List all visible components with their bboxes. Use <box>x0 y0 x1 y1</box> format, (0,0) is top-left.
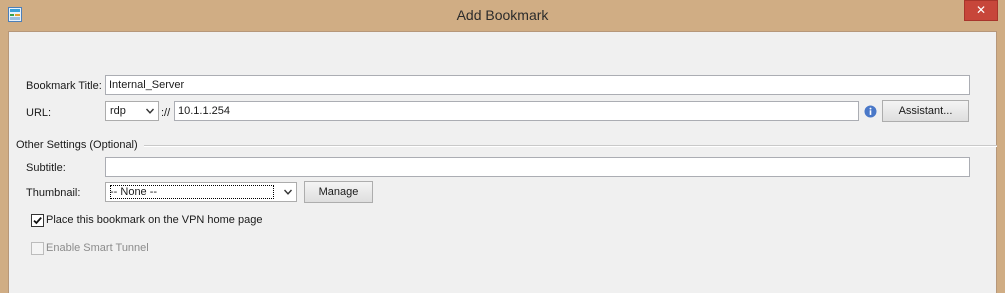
title-bar[interactable]: Add Bookmark ✕ <box>0 0 1005 31</box>
close-icon: ✕ <box>975 3 987 17</box>
other-settings-heading: Other Settings (Optional) <box>16 139 138 151</box>
subtitle-label: Subtitle: <box>26 162 66 174</box>
bookmark-title-input[interactable]: Internal_Server <box>105 75 970 95</box>
subtitle-input[interactable] <box>105 157 970 177</box>
url-input[interactable]: 10.1.1.254 <box>174 101 859 121</box>
info-icon[interactable] <box>864 105 877 118</box>
thumbnail-label: Thumbnail: <box>26 187 81 199</box>
add-bookmark-window: Add Bookmark ✕ Bookmark Title: Internal_… <box>0 0 1005 293</box>
chevron-down-icon <box>284 189 292 195</box>
assistant-button[interactable]: Assistant... <box>882 100 969 122</box>
url-separator: :// <box>161 107 171 119</box>
chevron-down-icon <box>146 108 154 114</box>
close-button[interactable]: ✕ <box>964 0 998 21</box>
vpn-home-checkbox[interactable] <box>31 214 44 227</box>
smart-tunnel-checkbox[interactable] <box>31 242 44 255</box>
checkmark-icon <box>33 217 42 225</box>
dialog-body: Bookmark Title: Internal_Server URL: rdp… <box>8 31 997 293</box>
thumbnail-select[interactable]: -- None -- <box>105 182 297 202</box>
thumbnail-value: -- None -- <box>108 183 276 201</box>
bookmark-title-label: Bookmark Title: <box>26 80 102 92</box>
vpn-home-label[interactable]: Place this bookmark on the VPN home page <box>46 214 262 226</box>
window-title: Add Bookmark <box>456 7 549 23</box>
url-scheme-value: rdp <box>110 105 126 117</box>
url-label: URL: <box>26 107 52 119</box>
section-divider <box>144 145 997 147</box>
manage-button[interactable]: Manage <box>304 181 373 203</box>
url-scheme-select[interactable]: rdp <box>105 101 159 121</box>
smart-tunnel-label: Enable Smart Tunnel <box>46 242 149 254</box>
